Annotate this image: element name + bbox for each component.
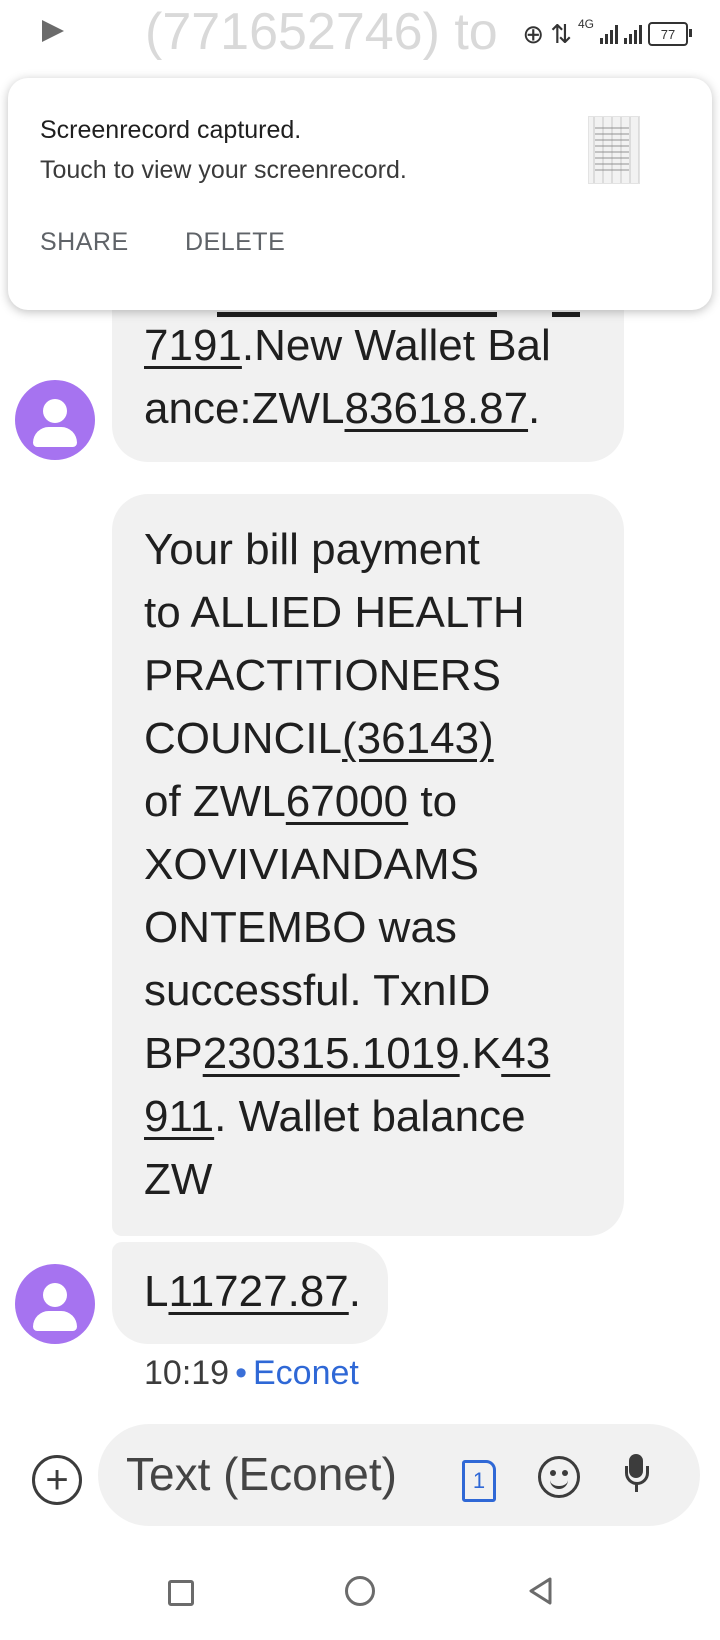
message-line: to ALLIED HEALTH (144, 581, 604, 644)
meta-separator: • (235, 1354, 247, 1392)
linkified-number[interactable]: 7191 (144, 321, 242, 370)
message-input[interactable] (126, 1446, 436, 1502)
compose-bar: 1 (98, 1424, 700, 1526)
status-icons: ⊕ ⇅ 4G 77 (522, 16, 692, 52)
message-line: 7191.New Wallet Bal (144, 314, 551, 377)
status-bar: (771652746) to ⊕ ⇅ 4G 77 (0, 0, 720, 64)
message-text-segment: of ZWL (144, 777, 286, 826)
message-bubble[interactable]: 7191.New Wallet Bal ance:ZWL83618.87. (112, 290, 624, 462)
data-saver-icon: ⊕ (522, 19, 545, 49)
recents-button[interactable] (168, 1580, 194, 1606)
signal-icon (600, 24, 618, 44)
contact-avatar[interactable] (15, 380, 95, 460)
share-button[interactable]: SHARE (40, 228, 129, 257)
home-button[interactable] (345, 1576, 375, 1606)
message-text-segment: ONTEMBO was (144, 903, 457, 952)
linkified-number[interactable]: 83618.87 (345, 384, 529, 433)
message-line: ONTEMBO was (144, 896, 604, 959)
delete-button[interactable]: DELETE (185, 228, 285, 257)
message-line: L11727.87. (144, 1260, 361, 1323)
linkified-number[interactable]: 911 (144, 1092, 214, 1141)
message-bubble[interactable]: Your bill payment to ALLIED HEALTH PRACTIT… (112, 494, 624, 1236)
linkified-number[interactable]: 230315.1019 (203, 1029, 460, 1078)
emoji-icon[interactable] (538, 1456, 580, 1498)
sender-name: Econet (253, 1354, 359, 1392)
message-text-segment: . Wallet balance (214, 1092, 526, 1141)
screenrecord-notification[interactable]: Screenrecord captured. Touch to view you… (8, 78, 712, 310)
message-text-segment: .K (459, 1029, 502, 1078)
message-text-segment: . (528, 384, 541, 433)
message-meta: 10:19 • Econet (144, 1354, 359, 1393)
network-type: 4G (577, 17, 594, 31)
message-text-segment: ZW (144, 1155, 213, 1204)
message-text-segment: Your bill payment (144, 525, 480, 574)
message-line: Your bill payment (144, 518, 604, 581)
message-line: COUNCIL(36143) (144, 707, 604, 770)
message-line: 911. Wallet balance (144, 1085, 604, 1148)
message-line: successful. TxnID (144, 959, 604, 1022)
message-time: 10:19 (144, 1354, 230, 1392)
message-text-segment: to ALLIED HEALTH (144, 588, 525, 637)
battery-icon: 77 (648, 22, 692, 46)
message-line: ZW (144, 1148, 604, 1211)
linkified-number[interactable]: 11727.87 (168, 1267, 348, 1316)
notification-body: Touch to view your screenrecord. (40, 156, 407, 184)
linkified-number[interactable]: 43 (501, 1029, 550, 1078)
message-line: PRACTITIONERS (144, 644, 604, 707)
data-transfer-icon: ⇅ (550, 19, 572, 49)
play-icon (42, 20, 64, 42)
screenrecord-thumbnail[interactable] (588, 116, 640, 184)
signal-icon-2 (624, 24, 642, 44)
cut-off-underline (552, 312, 580, 317)
message-text-segment: COUNCIL (144, 714, 343, 763)
linkified-number[interactable]: (36143) (342, 714, 494, 763)
message-line: XOVIVIANDAMS (144, 833, 604, 896)
message-text: 7191.New Wallet Bal ance:ZWL83618.87. (144, 314, 551, 440)
linkified-number[interactable]: 67000 (286, 777, 408, 826)
message-line: of ZWL67000 to (144, 770, 604, 833)
message-text-segment: . (348, 1267, 361, 1316)
message-text: Your bill payment to ALLIED HEALTH PRACTIT… (144, 518, 604, 1211)
message-text-segment: PRACTITIONERS (144, 651, 501, 700)
message-line: ance:ZWL83618.87. (144, 377, 551, 440)
message-text-segment: L (144, 1267, 169, 1316)
message-line: BP230315.1019.K43 (144, 1022, 604, 1085)
message-text-segment: .New Wallet Bal (241, 321, 551, 370)
message-text-segment: ance:ZWL (144, 384, 345, 433)
message-text-segment: successful. TxnID (144, 966, 491, 1015)
message-text-segment: XOVIVIANDAMS (144, 840, 479, 889)
sim-card-icon[interactable]: 1 (462, 1460, 496, 1502)
contact-avatar[interactable] (15, 1264, 95, 1344)
notification-title: Screenrecord captured. (40, 116, 302, 144)
message-text: L11727.87. (144, 1260, 361, 1323)
message-bubble[interactable]: L11727.87. (112, 1242, 388, 1344)
add-attachment-button[interactable]: + (32, 1455, 82, 1505)
microphone-icon[interactable] (625, 1454, 649, 1494)
message-text-segment: BP (144, 1029, 203, 1078)
message-text-segment: to (408, 777, 458, 826)
back-button[interactable] (527, 1576, 553, 1606)
background-message-text: (771652746) to (145, 3, 498, 61)
